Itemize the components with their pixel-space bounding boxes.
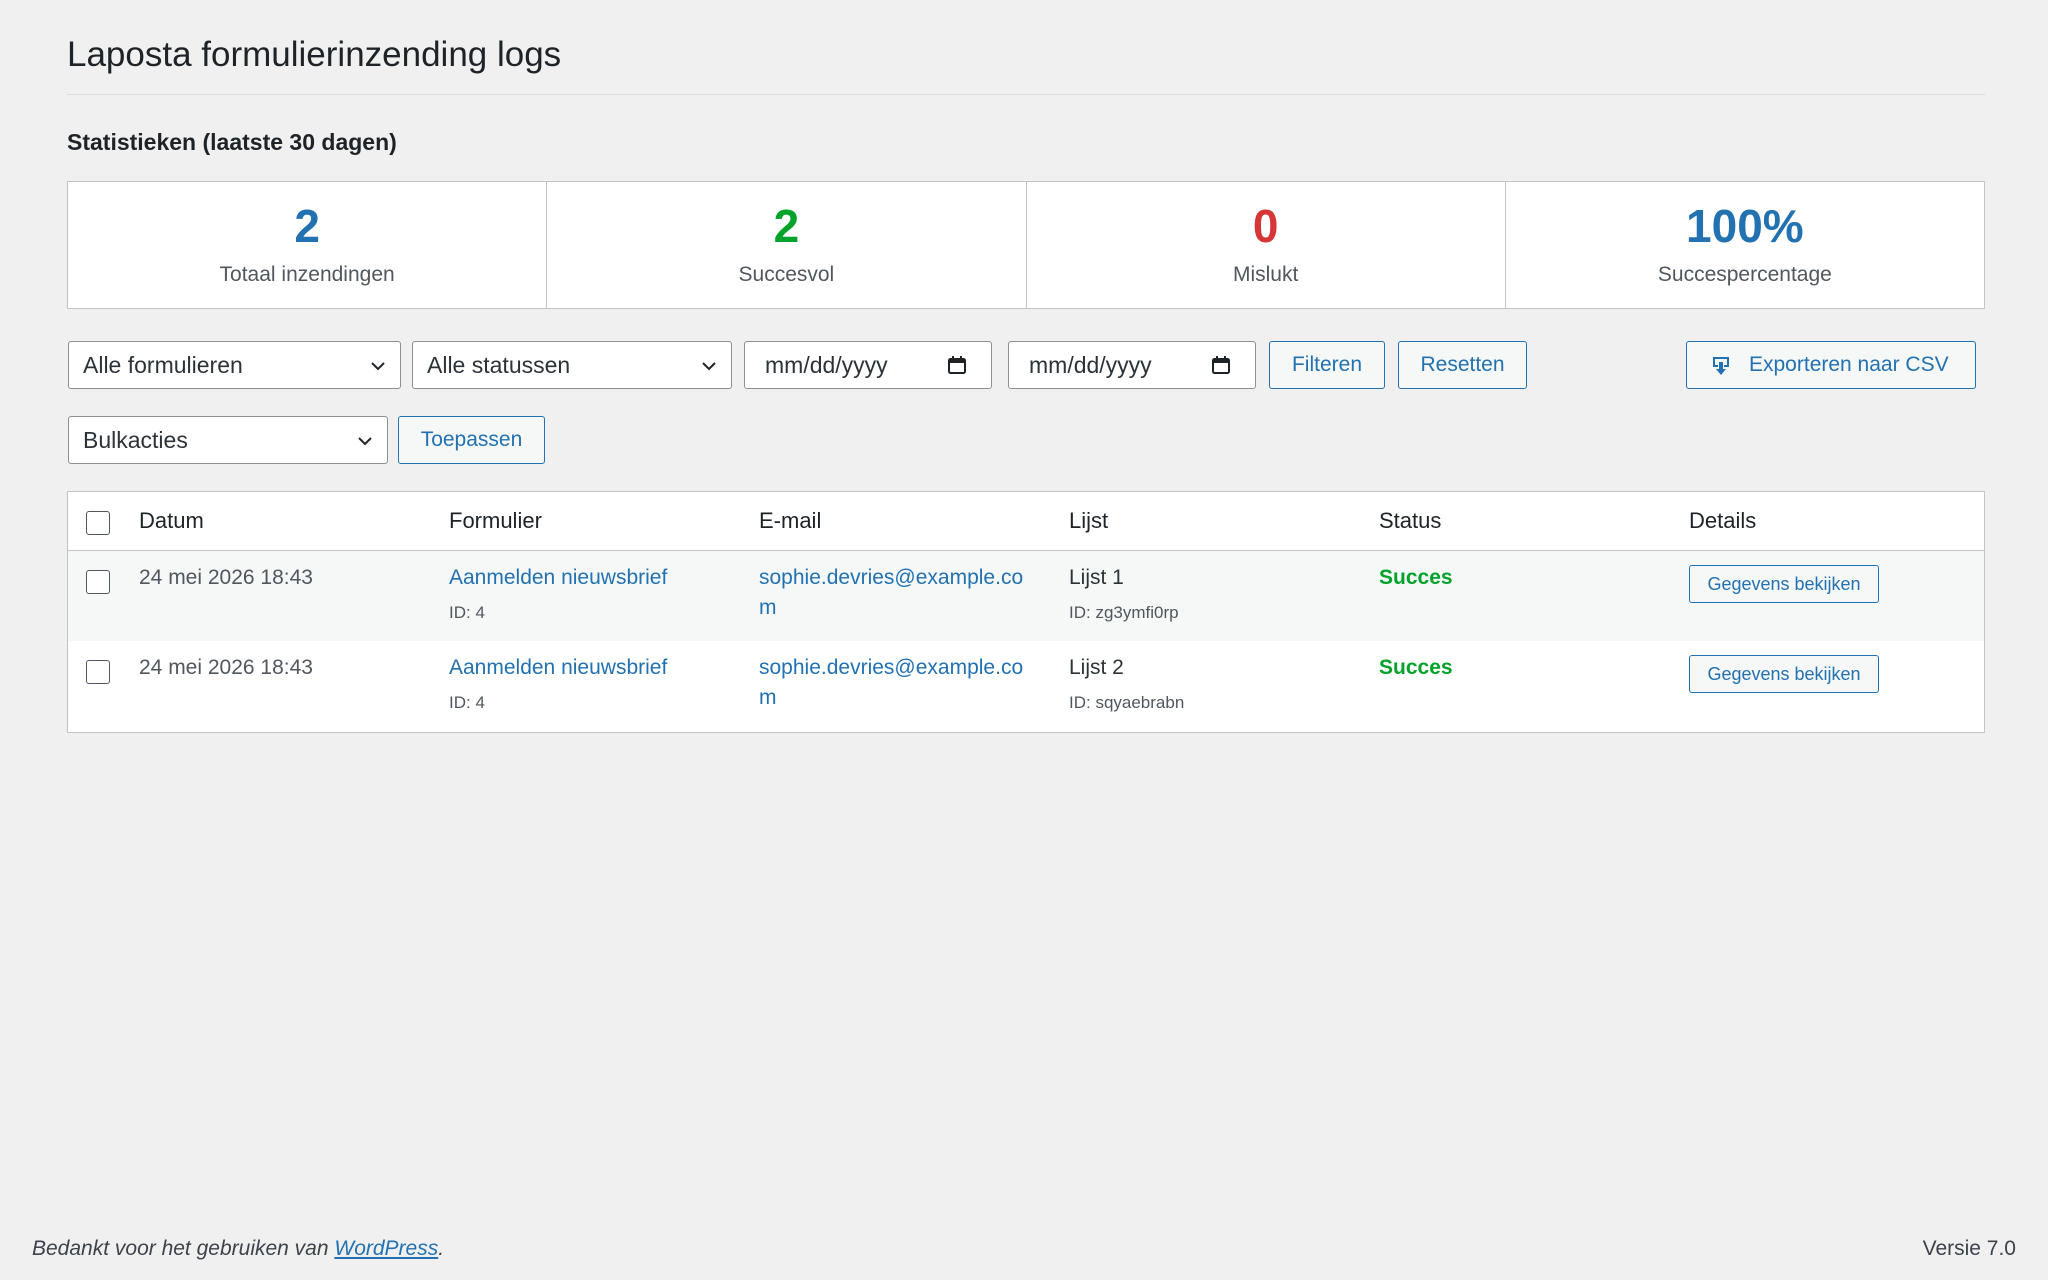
stat-success-label: Succesvol	[738, 263, 835, 286]
view-details-button[interactable]: Gegevens bekijken	[1689, 655, 1879, 693]
bulk-actions-select[interactable]: Bulkacties	[68, 416, 388, 464]
footer-version: Versie 7.0	[1922, 1237, 2016, 1260]
stat-rate-label: Succespercentage	[1657, 263, 1832, 286]
form-filter-value: Alle formulieren	[83, 352, 243, 378]
stat-failed: 0 Mislukt	[1027, 182, 1506, 308]
footer-thanks: Bedankt voor het gebruiken van WordPress…	[32, 1236, 444, 1262]
stat-total: 2 Totaal inzendingen	[68, 182, 548, 308]
column-header-details: Details	[1689, 508, 1757, 533]
bulk-actions-value: Bulkacties	[83, 427, 188, 453]
column-header-form[interactable]: Formulier	[449, 508, 542, 534]
date-to-value: mm/dd/yyyy	[1029, 352, 1152, 378]
title-divider	[67, 94, 1985, 95]
chevron-down-icon	[702, 362, 716, 371]
row-list-id: ID: zg3ymfi0rp	[1069, 603, 1179, 622]
row-form-id: ID: 4	[449, 693, 485, 712]
form-filter-select[interactable]: Alle formulieren	[68, 341, 401, 389]
submissions-table: Datum Formulier E-mail Lijst Status Deta…	[67, 491, 1985, 733]
calendar-icon[interactable]	[1211, 355, 1231, 375]
table-header: Datum Formulier E-mail Lijst Status Deta…	[68, 492, 1984, 551]
date-from-input[interactable]: mm/dd/yyyy	[744, 341, 992, 389]
reset-button[interactable]: Resetten	[1398, 341, 1527, 389]
footer-thanks-suffix: .	[438, 1237, 445, 1260]
stat-success-value: 2	[773, 200, 800, 252]
select-all-checkbox[interactable]	[86, 511, 110, 535]
row-form-link[interactable]: Aanmelden nieuwsbrief	[449, 653, 667, 683]
row-email-link[interactable]: sophie.devries@example.com	[759, 653, 1039, 713]
stat-failed-label: Mislukt	[1232, 263, 1299, 286]
stat-failed-value: 0	[1252, 200, 1279, 252]
row-date: 24 mei 2026 18:43	[139, 566, 313, 589]
stats-heading: Statistieken (laatste 30 dagen)	[67, 129, 397, 155]
calendar-icon[interactable]	[947, 355, 967, 375]
row-checkbox[interactable]	[86, 570, 110, 594]
chevron-down-icon	[358, 437, 372, 446]
stat-total-label: Totaal inzendingen	[219, 263, 395, 286]
footer-thanks-text: Bedankt voor het gebruiken van	[32, 1237, 335, 1260]
row-form-id: ID: 4	[449, 603, 485, 622]
stat-rate: 100% Succespercentage	[1506, 182, 1984, 308]
status-filter-value: Alle statussen	[427, 352, 571, 378]
row-list: Lijst 1	[1069, 566, 1124, 589]
stats-panel: 2 Totaal inzendingen 2 Succesvol 0 Mislu…	[67, 181, 1985, 309]
column-header-list[interactable]: Lijst	[1069, 508, 1108, 534]
stat-rate-value: 100%	[1686, 200, 1804, 252]
date-to-input[interactable]: mm/dd/yyyy	[1008, 341, 1256, 389]
row-list: Lijst 2	[1069, 656, 1124, 679]
row-date: 24 mei 2026 18:43	[139, 656, 313, 679]
row-email-link[interactable]: sophie.devries@example.com	[759, 563, 1039, 623]
row-status: Succes	[1379, 566, 1453, 589]
row-status: Succes	[1379, 656, 1453, 679]
column-header-email[interactable]: E-mail	[759, 508, 821, 534]
download-icon	[1713, 357, 1729, 375]
row-form-link[interactable]: Aanmelden nieuwsbrief	[449, 563, 667, 593]
column-header-status[interactable]: Status	[1379, 508, 1441, 534]
apply-button[interactable]: Toepassen	[398, 416, 545, 464]
table-row: 24 mei 2026 18:43 Aanmelden nieuwsbrief …	[68, 551, 1984, 641]
view-details-button[interactable]: Gegevens bekijken	[1689, 565, 1879, 603]
row-checkbox[interactable]	[86, 660, 110, 684]
status-filter-select[interactable]: Alle statussen	[412, 341, 732, 389]
export-csv-label: Exporteren naar CSV	[1749, 353, 1949, 376]
date-from-value: mm/dd/yyyy	[765, 352, 888, 378]
stat-total-value: 2	[294, 200, 320, 252]
filter-button[interactable]: Filteren	[1269, 341, 1385, 389]
export-csv-button[interactable]: Exporteren naar CSV	[1686, 341, 1976, 389]
page-title: Laposta formulierinzending logs	[67, 35, 562, 74]
stat-success: 2 Succesvol	[547, 182, 1027, 308]
table-row: 24 mei 2026 18:43 Aanmelden nieuwsbrief …	[68, 641, 1984, 731]
column-header-date[interactable]: Datum	[139, 508, 204, 534]
row-list-id: ID: sqyaebrabn	[1069, 693, 1185, 712]
wordpress-link[interactable]: WordPress	[334, 1237, 438, 1260]
chevron-down-icon	[371, 362, 385, 371]
